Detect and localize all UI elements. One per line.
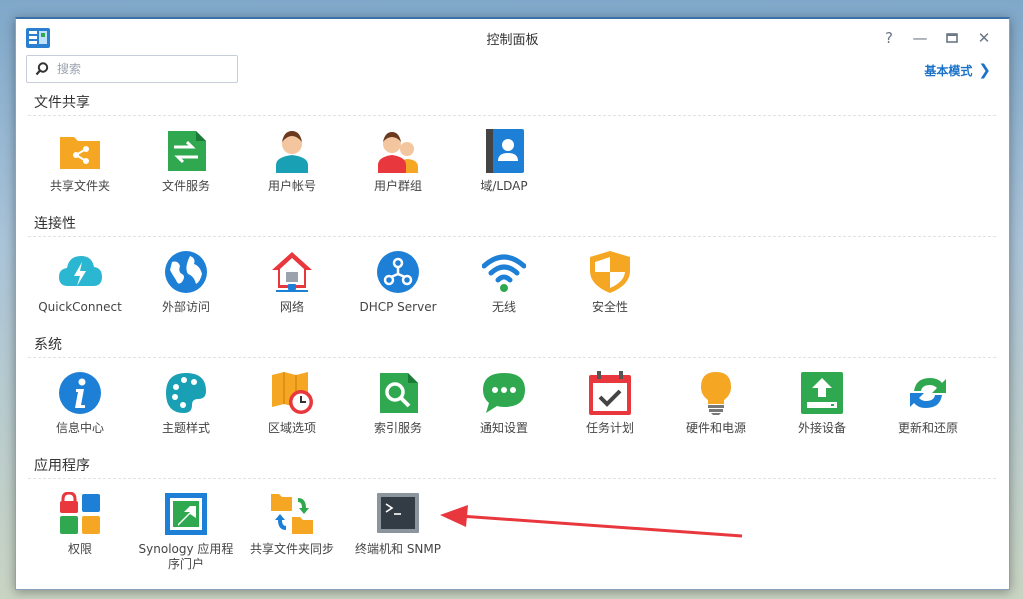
annotation-arrow [440,505,743,538]
